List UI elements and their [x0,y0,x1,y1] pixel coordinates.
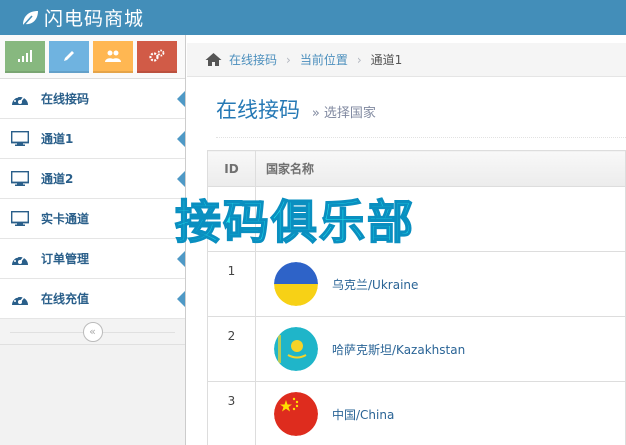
table-cell: 哈萨克斯坦/Kazakhstan [255,316,626,382]
breadcrumb-link-current-location[interactable]: 当前位置 [300,51,348,68]
sidebar-item-label: 实卡通道 [41,212,90,226]
desktop-icon [10,211,30,227]
breadcrumb-link-online-code[interactable]: 在线接码 [229,51,277,68]
page-subtitle: » 选择国家 [311,106,376,121]
sidebar-item-label: 在线充值 [41,292,90,306]
sidebar-item-channel2[interactable]: 通道2 [0,159,185,199]
row-id: 2 [207,316,256,382]
shortcut-settings-button[interactable] [137,41,177,73]
leaf-icon [22,10,38,27]
column-header-id[interactable]: ID [207,150,256,187]
shortcut-users-button[interactable] [93,41,133,73]
users-icon [105,50,121,62]
table-cell: 乌克兰/Ukraine [255,251,626,317]
sidebar-collapse-bar: « [0,319,185,345]
top-navbar: 闪电码商城 [0,0,626,35]
page-title: 在线接码 [216,98,300,122]
sidebar-menu: 在线接码 通道1 通道2 实卡通道 订单管理 在线充值 [0,79,185,319]
country-name[interactable]: 中国/China [332,406,394,423]
pencil-icon [64,51,74,61]
desktop-icon [10,131,30,147]
country-name[interactable]: 乌克兰/Ukraine [332,276,418,293]
row-id: 3 [207,381,256,445]
dashboard-icon [10,291,30,307]
kazakhstan-flag-icon [274,327,318,371]
watermark-logo: 接码俱乐部 [174,194,415,250]
table-row[interactable]: 1 乌克兰/Ukraine [207,251,626,317]
sidebar-shortcuts [0,35,185,79]
shortcut-edit-button[interactable] [49,41,89,73]
page-header: 在线接码 » 选择国家 [216,94,626,138]
dashboard-icon [10,251,30,267]
ukraine-flag-icon [274,262,318,306]
sidebar-item-label: 在线接码 [41,92,90,106]
signal-icon [18,50,32,62]
collapse-sidebar-button[interactable]: « [82,321,103,342]
chevron-right-icon: › [286,52,291,67]
breadcrumb: 在线接码 › 当前位置 › 通道1 [187,43,626,77]
country-link[interactable]: 哈萨克斯坦/Kazakhstan [274,327,625,371]
cogs-icon [149,49,165,62]
sidebar-item-label: 订单管理 [41,252,90,266]
sidebar-item-recharge[interactable]: 在线充值 [0,279,185,319]
sidebar: 在线接码 通道1 通道2 实卡通道 订单管理 在线充值 « [0,35,186,445]
breadcrumb-current: 通道1 [370,53,403,67]
table-cell: 中国/China [255,381,626,445]
country-link[interactable]: 中国/China [274,392,625,436]
sidebar-item-channel1[interactable]: 通道1 [0,119,185,159]
row-id: 1 [207,251,256,317]
home-icon[interactable] [205,52,222,67]
sidebar-item-real-card[interactable]: 实卡通道 [0,199,185,239]
sidebar-item-label: 通道1 [41,132,74,146]
app-title[interactable]: 闪电码商城 [44,4,144,31]
table-header-row: ID 国家名称 [207,150,626,187]
sidebar-item-orders[interactable]: 订单管理 [0,239,185,279]
shortcut-stats-button[interactable] [5,41,45,73]
country-name[interactable]: 哈萨克斯坦/Kazakhstan [332,341,465,358]
sidebar-item-label: 通道2 [41,172,74,186]
svg-text:接码俱乐部: 接码俱乐部 [175,195,415,249]
china-flag-icon [274,392,318,436]
table-row[interactable]: 3 中国/China [207,381,626,445]
desktop-icon [10,171,30,187]
column-header-country-name[interactable]: 国家名称 [255,150,626,187]
chevron-right-icon: › [356,52,362,67]
country-link[interactable]: 乌克兰/Ukraine [274,262,625,306]
dashboard-icon [10,91,30,107]
table-row[interactable]: 2 哈萨克斯坦/Kazakhstan [207,316,626,382]
sidebar-item-online-code[interactable]: 在线接码 [0,79,185,119]
